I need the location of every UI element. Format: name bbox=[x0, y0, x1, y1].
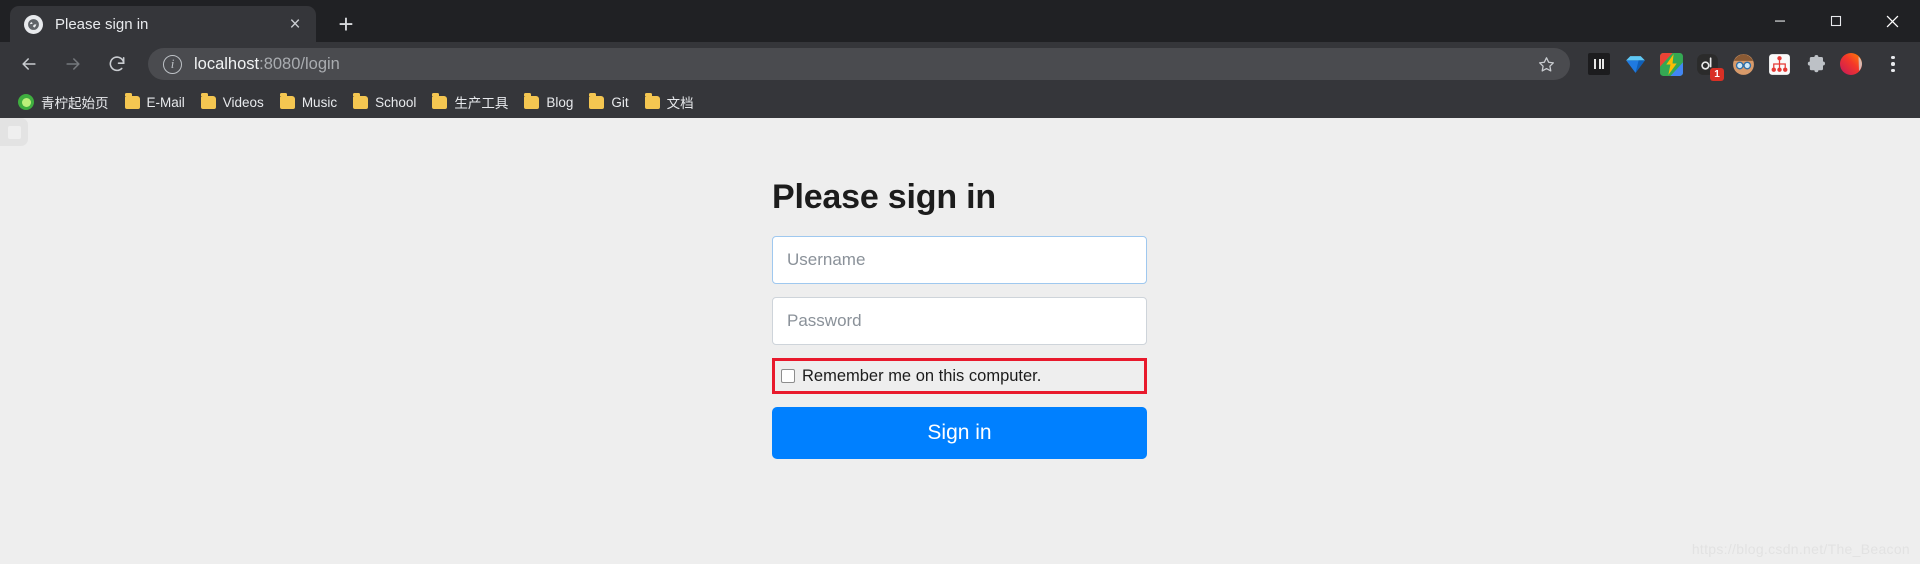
bookmark-item[interactable]: 文档 bbox=[639, 88, 704, 116]
bookmark-item[interactable]: Git bbox=[583, 91, 638, 114]
browser-toolbar: i localhost:8080/login 1 bbox=[0, 42, 1920, 86]
colorful-z-extension-icon[interactable] bbox=[1656, 49, 1686, 79]
folder-icon bbox=[644, 93, 660, 109]
tab-title: Please sign in bbox=[55, 15, 149, 33]
address-bar[interactable]: i localhost:8080/login bbox=[148, 48, 1570, 80]
panel-toggle-icon[interactable] bbox=[0, 118, 28, 146]
browser-menu-icon[interactable] bbox=[1878, 48, 1908, 80]
browser-window: Please sign in × + i localhost:8080/logi… bbox=[0, 0, 1920, 564]
folder-icon bbox=[279, 93, 295, 109]
password-input[interactable] bbox=[772, 297, 1147, 345]
watermark-text: https://blog.csdn.net/The_Beacon bbox=[1691, 541, 1910, 557]
bookmarks-bar: 青柠起始页 E-Mail Videos Music School 生产工具 Bl… bbox=[0, 86, 1920, 118]
close-icon[interactable]: × bbox=[284, 13, 306, 35]
star-icon[interactable] bbox=[1537, 55, 1556, 74]
bookmark-label: Git bbox=[611, 94, 629, 110]
back-icon[interactable] bbox=[12, 47, 46, 81]
url-path: :8080/login bbox=[259, 54, 340, 73]
bookmark-item[interactable]: E-Mail bbox=[119, 91, 195, 114]
page-title: Please sign in bbox=[772, 178, 996, 216]
folder-icon bbox=[124, 93, 140, 109]
bookmark-label: E-Mail bbox=[146, 94, 185, 110]
diamond-extension-icon[interactable] bbox=[1620, 49, 1650, 79]
close-window-button[interactable] bbox=[1864, 0, 1920, 42]
remember-me-label: Remember me on this computer. bbox=[802, 366, 1042, 385]
goggles-face-extension-icon[interactable] bbox=[1728, 49, 1758, 79]
bookmark-item[interactable]: 生产工具 bbox=[426, 88, 518, 116]
lime-icon bbox=[18, 94, 34, 110]
bookmark-label: 文档 bbox=[666, 96, 694, 111]
minimize-button[interactable] bbox=[1752, 0, 1808, 42]
extension-badge-count: 1 bbox=[1710, 68, 1724, 81]
puzzle-extensions-icon[interactable] bbox=[1800, 49, 1830, 79]
new-tab-button[interactable]: + bbox=[328, 6, 364, 42]
browser-tab[interactable]: Please sign in × bbox=[10, 6, 316, 42]
forward-icon[interactable] bbox=[56, 47, 90, 81]
sign-in-button[interactable]: Sign in bbox=[772, 407, 1147, 459]
bookmark-label: School bbox=[375, 94, 417, 110]
bookmark-item[interactable]: Blog bbox=[518, 91, 583, 114]
login-form: Please sign in Remember me on this compu… bbox=[772, 178, 1147, 459]
window-controls bbox=[1752, 0, 1920, 42]
folder-icon bbox=[432, 93, 448, 109]
notification-extension-icon[interactable]: 1 bbox=[1692, 49, 1724, 81]
username-input[interactable] bbox=[772, 236, 1147, 284]
page-viewport: Please sign in Remember me on this compu… bbox=[0, 118, 1920, 564]
mindmap-extension-icon[interactable] bbox=[1764, 49, 1794, 79]
folder-icon bbox=[353, 93, 369, 109]
bookmark-label: 青柠起始页 bbox=[41, 96, 109, 111]
maximize-button[interactable] bbox=[1808, 0, 1864, 42]
extensions-tray: 1 bbox=[1580, 48, 1908, 81]
bookmark-label: 生产工具 bbox=[454, 96, 509, 111]
globe-icon bbox=[24, 14, 43, 34]
li-extension-icon[interactable] bbox=[1584, 49, 1614, 79]
folder-icon bbox=[200, 93, 216, 109]
bookmark-item[interactable]: Music bbox=[274, 91, 347, 114]
bookmark-label: Blog bbox=[546, 94, 574, 110]
site-info-icon[interactable]: i bbox=[163, 54, 182, 74]
remember-me-checkbox[interactable] bbox=[781, 369, 795, 383]
folder-icon bbox=[524, 93, 540, 109]
remember-me-annotation: Remember me on this computer. bbox=[772, 358, 1147, 394]
bookmark-item[interactable]: School bbox=[347, 91, 426, 114]
tab-strip: Please sign in × + bbox=[0, 0, 1920, 42]
bookmark-label: Videos bbox=[222, 94, 264, 110]
folder-icon bbox=[589, 93, 605, 109]
bookmark-item[interactable]: Videos bbox=[195, 91, 274, 114]
bookmark-label: Music bbox=[301, 94, 338, 110]
profile-avatar-icon[interactable] bbox=[1836, 49, 1866, 79]
reload-icon[interactable] bbox=[100, 47, 134, 81]
url-text: localhost:8080/login bbox=[194, 55, 340, 74]
url-host: localhost bbox=[194, 54, 260, 73]
bookmark-item[interactable]: 青柠起始页 bbox=[12, 88, 119, 116]
